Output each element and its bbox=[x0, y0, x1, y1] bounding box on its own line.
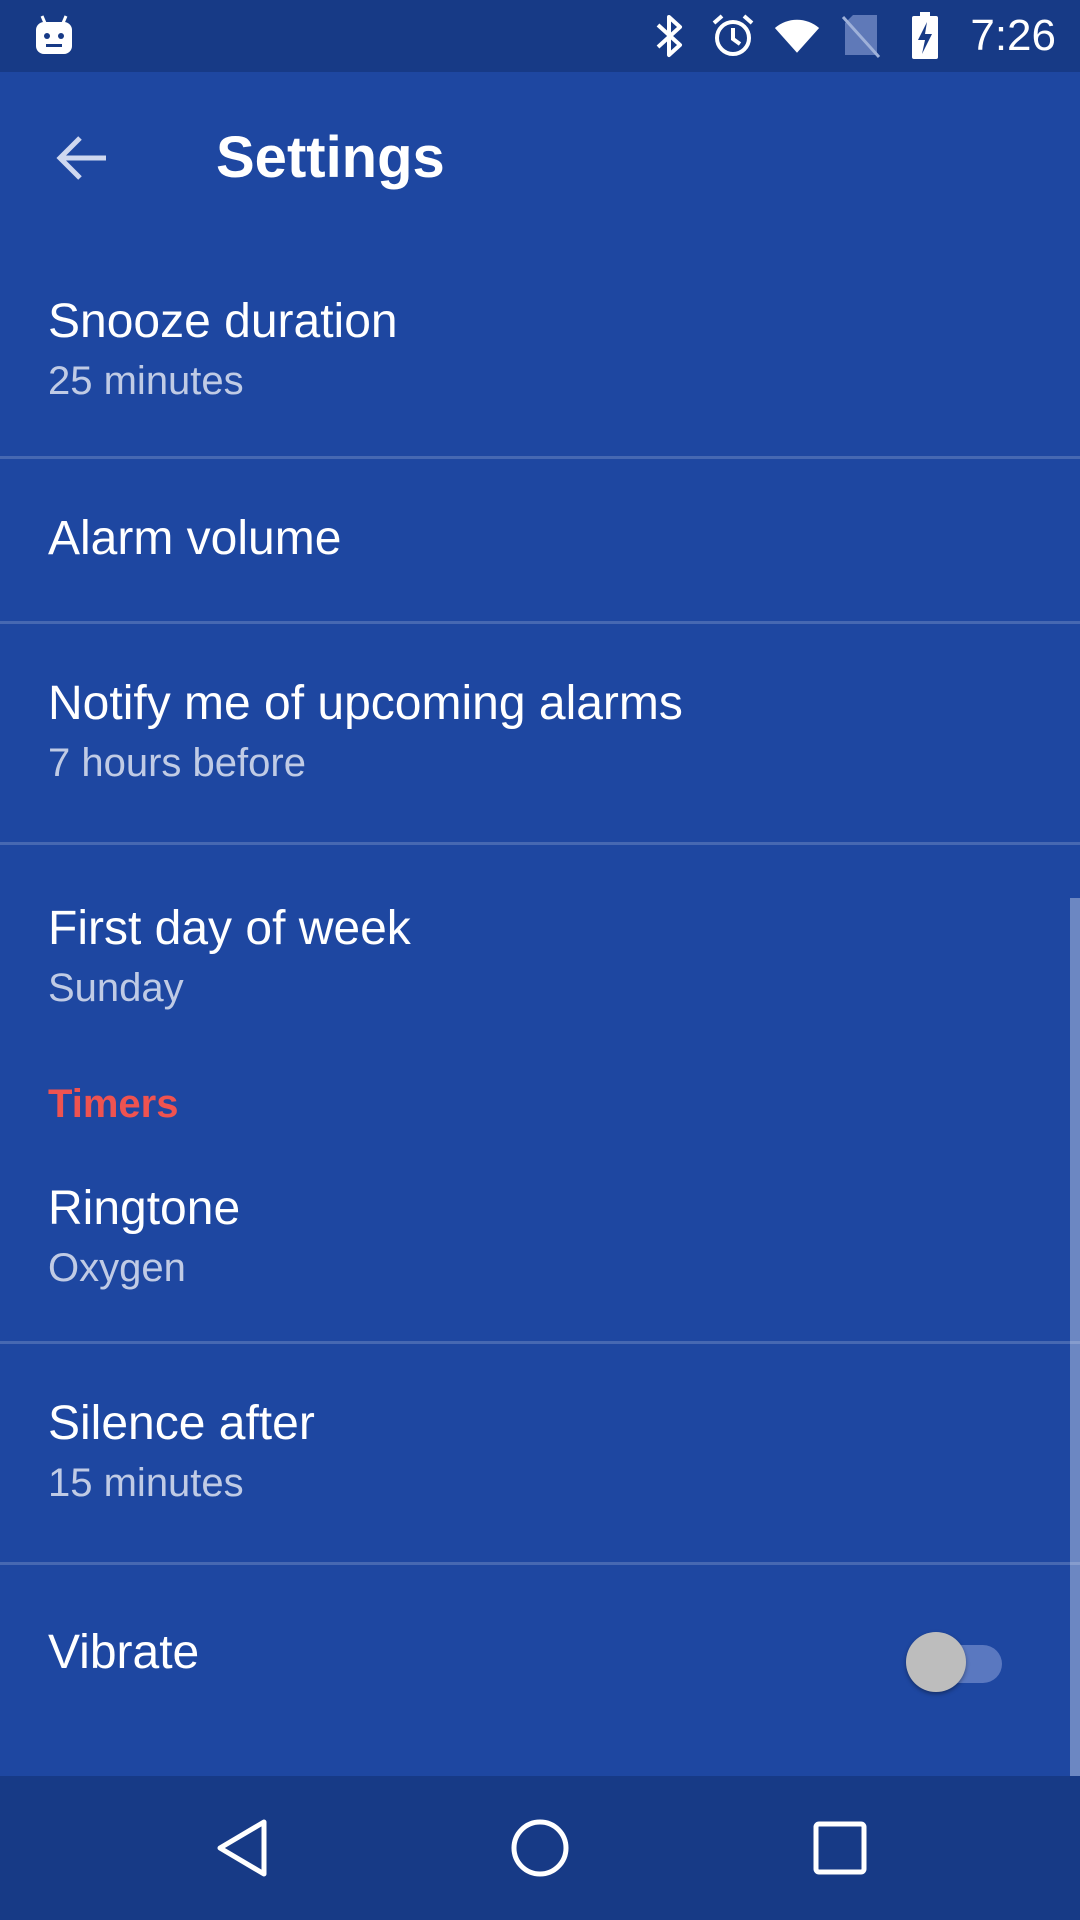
setting-summary: 15 minutes bbox=[48, 1461, 244, 1505]
setting-summary: Sunday bbox=[48, 966, 184, 1010]
setting-title: Ringtone bbox=[48, 1182, 241, 1235]
back-button[interactable] bbox=[44, 120, 120, 196]
android-icon bbox=[34, 14, 74, 56]
status-bar: 7:26 bbox=[0, 0, 1080, 72]
bluetooth-icon bbox=[646, 13, 692, 59]
nav-bar bbox=[0, 1776, 1080, 1920]
setting-alarm-volume[interactable]: Alarm volume bbox=[0, 459, 1080, 621]
back-triangle-icon bbox=[217, 1819, 267, 1877]
page-title: Settings bbox=[216, 125, 445, 190]
setting-snooze-duration[interactable]: Snooze duration 25 minutes bbox=[0, 242, 1080, 456]
setting-ringtone[interactable]: Ringtone Oxygen bbox=[0, 1149, 1080, 1341]
setting-title: Silence after bbox=[48, 1397, 315, 1450]
app-bar: Settings bbox=[0, 72, 1080, 242]
alarm-clock-icon bbox=[710, 13, 756, 59]
setting-summary: 25 minutes bbox=[48, 359, 244, 403]
section-header-timers: Timers bbox=[48, 1082, 179, 1126]
settings-list: Snooze duration 25 minutes Alarm volume … bbox=[0, 242, 1080, 1725]
scrollbar[interactable] bbox=[1070, 898, 1080, 1776]
setting-silence-after[interactable]: Silence after 15 minutes bbox=[0, 1344, 1080, 1562]
setting-summary: 7 hours before bbox=[48, 741, 306, 785]
setting-first-day-of-week[interactable]: First day of week Sunday bbox=[0, 845, 1080, 1059]
setting-title: First day of week bbox=[48, 902, 411, 955]
setting-summary: Oxygen bbox=[48, 1246, 186, 1290]
home-circle-icon bbox=[511, 1819, 569, 1877]
no-sim-icon bbox=[838, 13, 884, 59]
wifi-icon bbox=[774, 13, 820, 59]
setting-title: Snooze duration bbox=[48, 295, 398, 348]
setting-vibrate[interactable]: Vibrate bbox=[0, 1565, 1080, 1725]
nav-recents-button[interactable] bbox=[790, 1798, 890, 1898]
battery-charging-icon bbox=[902, 12, 948, 59]
setting-title: Alarm volume bbox=[48, 512, 342, 565]
vibrate-toggle[interactable] bbox=[906, 1629, 1002, 1692]
status-time: 7:26 bbox=[970, 11, 1056, 60]
recents-square-icon bbox=[813, 1821, 867, 1875]
status-icons: 7:26 bbox=[646, 0, 1056, 72]
toggle-thumb bbox=[906, 1632, 966, 1692]
nav-back-button[interactable] bbox=[192, 1798, 292, 1898]
setting-notify-upcoming-alarms[interactable]: Notify me of upcoming alarms 7 hours bef… bbox=[0, 624, 1080, 842]
arrow-left-icon bbox=[56, 136, 106, 180]
setting-title: Notify me of upcoming alarms bbox=[48, 677, 683, 730]
nav-home-button[interactable] bbox=[490, 1798, 590, 1898]
